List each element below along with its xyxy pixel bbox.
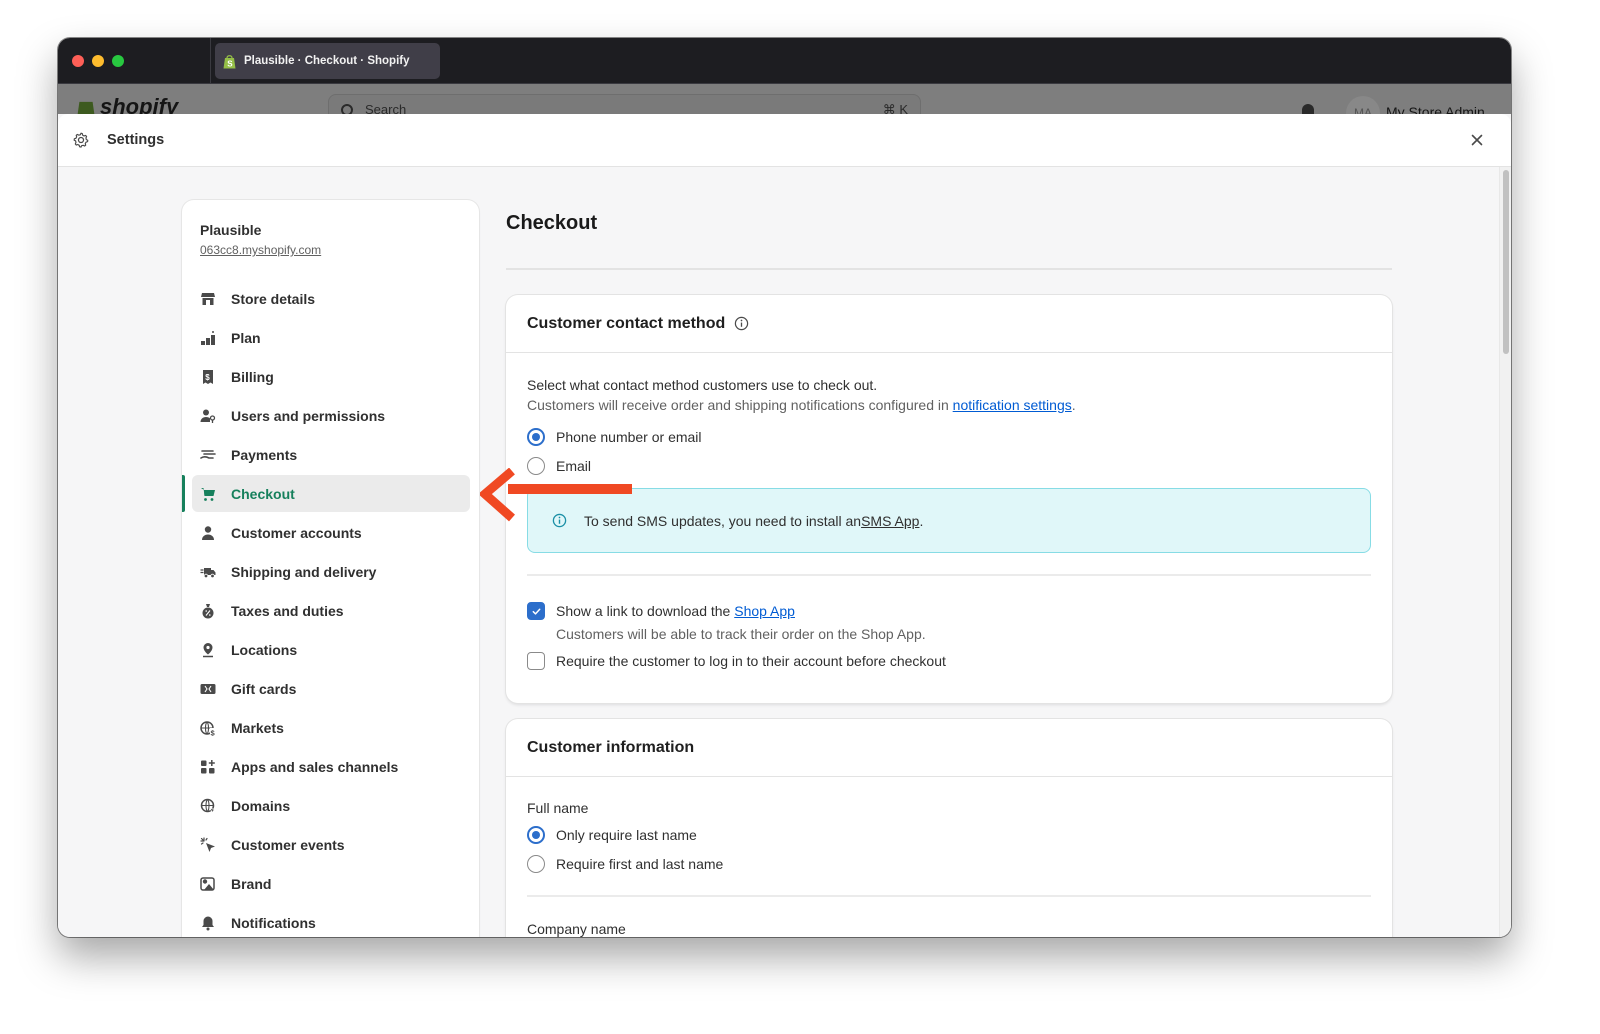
sidebar-item-checkout[interactable]: Checkout	[182, 475, 470, 512]
radio-phone-or-email[interactable]: Phone number or email	[527, 422, 1371, 451]
radio-email[interactable]: Email	[527, 451, 1371, 480]
settings-modal: Settings Plausible 063cc8.myshopify.com …	[58, 114, 1511, 937]
notification-settings-link[interactable]: notification settings	[953, 397, 1072, 413]
avatar: MA	[1346, 96, 1380, 114]
page-title: Checkout	[506, 212, 598, 234]
shopify-logo: shopify	[76, 94, 178, 114]
radio-first-and-last-name[interactable]: Require first and last name	[527, 849, 1371, 878]
company-name-label: Company name	[527, 921, 626, 937]
checkbox-shop-app-link[interactable]: Show a link to download the Shop App	[527, 598, 1371, 624]
modal-header: Settings	[58, 114, 1511, 167]
maximize-window-button[interactable]	[112, 55, 124, 67]
title-divider	[506, 268, 1392, 270]
bell-icon	[202, 916, 214, 930]
globe-dollar-icon: $	[200, 720, 216, 736]
checkmark-icon	[532, 608, 540, 615]
store-url-link[interactable]: 063cc8.myshopify.com	[200, 243, 321, 257]
sidebar-item-customer-events[interactable]: Customer events	[192, 826, 470, 863]
customer-information-card: Customer information Full name Only requ…	[506, 719, 1392, 937]
gift-card-icon	[200, 683, 216, 694]
background-app-header: shopify Search ⌘ K MA My Store Admin	[58, 84, 1511, 114]
scrollbar-thumb[interactable]	[1503, 170, 1509, 354]
globe-cursor-icon	[200, 798, 216, 814]
customer-contact-method-card: Customer contact method Select what cont…	[506, 295, 1392, 703]
sidebar-item-markets[interactable]: $ Markets	[192, 709, 470, 746]
cart-icon	[201, 487, 215, 501]
apps-icon	[201, 759, 215, 773]
svg-text:$: $	[205, 373, 210, 382]
sidebar-item-notifications[interactable]: Notifications	[192, 904, 470, 937]
sms-app-link[interactable]: SMS App	[861, 513, 919, 529]
card-title: Customer contact method	[527, 314, 726, 332]
title-bar: S Plausible · Checkout · Shopify	[58, 38, 1511, 84]
background-search: Search ⌘ K	[328, 94, 921, 114]
sidebar-item-payments[interactable]: Payments	[192, 436, 470, 473]
svg-text:S: S	[227, 59, 233, 68]
shop-app-link[interactable]: Shop App	[734, 603, 795, 619]
truck-icon	[200, 567, 216, 578]
cursor-click-icon	[200, 836, 215, 852]
billing-receipt-icon: $	[203, 369, 213, 384]
contact-notice-text: Customers will receive order and shippin…	[527, 397, 1076, 413]
radio-button-selected[interactable]	[527, 825, 545, 844]
sidebar-item-shipping-and-delivery[interactable]: Shipping and delivery	[192, 553, 470, 590]
sidebar-item-locations[interactable]: Locations	[192, 631, 470, 668]
shopify-bag-icon: S	[223, 54, 236, 68]
card-title: Customer information	[527, 738, 695, 756]
location-pin-icon	[203, 642, 213, 657]
checkbox-checked[interactable]	[527, 602, 545, 620]
store-name: Plausible	[200, 222, 262, 238]
sidebar-item-domains[interactable]: Domains	[192, 787, 470, 824]
sidebar-item-billing[interactable]: $ Billing	[192, 358, 470, 395]
sms-info-banner: To send SMS updates, you need to install…	[527, 488, 1371, 553]
sidebar-nav: Store details Plan $ Billing Users and p…	[182, 280, 479, 937]
annotation-arrow-icon	[480, 468, 632, 522]
plan-icon	[201, 330, 215, 345]
sidebar-item-apps-and-sales-channels[interactable]: Apps and sales channels	[192, 748, 470, 785]
settings-sidebar: Plausible 063cc8.myshopify.com Store det…	[182, 200, 479, 937]
sidebar-item-brand[interactable]: Brand	[192, 865, 470, 902]
radio-button[interactable]	[527, 854, 545, 873]
users-permissions-icon	[200, 409, 216, 423]
user-name: My Store Admin	[1386, 104, 1485, 114]
section-divider	[527, 574, 1371, 576]
search-icon	[341, 104, 353, 114]
browser-window: S Plausible · Checkout · Shopify shopify…	[58, 38, 1511, 937]
close-icon[interactable]	[1467, 130, 1487, 150]
sidebar-item-gift-cards[interactable]: Gift cards	[192, 670, 470, 707]
shopify-logo-icon	[77, 101, 95, 114]
info-icon[interactable]	[734, 316, 749, 331]
bell-icon	[1302, 104, 1314, 114]
brand-image-icon	[200, 876, 215, 891]
browser-tab[interactable]: S Plausible · Checkout · Shopify	[215, 43, 440, 79]
sidebar-item-store-details[interactable]: Store details	[192, 280, 470, 317]
close-window-button[interactable]	[72, 55, 84, 67]
gear-icon	[73, 132, 89, 148]
contact-intro-text: Select what contact method customers use…	[527, 377, 878, 393]
sidebar-item-users-and-permissions[interactable]: Users and permissions	[192, 397, 470, 434]
checkbox-unchecked[interactable]	[527, 652, 545, 670]
payments-hand-icon	[200, 449, 216, 459]
radio-only-last-name[interactable]: Only require last name	[527, 820, 1371, 849]
tax-bag-icon	[202, 603, 214, 618]
tab-title: Plausible · Checkout · Shopify	[244, 55, 410, 67]
card-header: Customer information	[506, 719, 1392, 777]
sidebar-item-customer-accounts[interactable]: Customer accounts	[192, 514, 470, 551]
section-divider	[527, 895, 1371, 897]
sidebar-item-plan[interactable]: Plan	[192, 319, 470, 356]
store-icon	[201, 292, 215, 305]
scrollbar[interactable]	[1499, 167, 1511, 937]
checkbox-helper-text: Customers will be able to track their or…	[556, 626, 926, 642]
person-icon	[202, 525, 214, 540]
sidebar-item-taxes-and-duties[interactable]: Taxes and duties	[192, 592, 470, 629]
radio-button-selected[interactable]	[527, 427, 545, 446]
titlebar-divider	[210, 38, 211, 84]
card-header: Customer contact method	[506, 295, 1392, 353]
checkbox-require-login[interactable]: Require the customer to log in to their …	[527, 646, 1371, 676]
full-name-label: Full name	[527, 800, 589, 816]
minimize-window-button[interactable]	[92, 55, 104, 67]
modal-title: Settings	[107, 132, 165, 148]
settings-content: Checkout Customer contact method Select …	[506, 200, 1392, 937]
